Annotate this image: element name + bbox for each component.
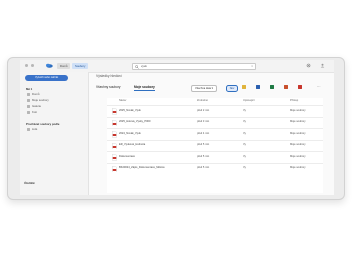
page-title: Výsledky hledání [96, 74, 122, 78]
file-name[interactable]: ER_Výuková_Hodnota [119, 143, 145, 146]
menu-dot-icon[interactable] [25, 64, 28, 67]
file-modified-by: Vy [243, 166, 246, 169]
more-options-button[interactable]: ··· [317, 84, 321, 90]
search-input[interactable]: vyuk × [132, 63, 256, 70]
sidebar: Vytvořit nebo nahrát Mé 1 Domů Moje soub… [20, 72, 89, 195]
file-name[interactable]: BK20024_Zápis_Dokumentace_Měsíce [119, 166, 165, 169]
date-filter-label: Všechna data [195, 86, 211, 90]
sidebar-item-label: Koš [32, 110, 37, 114]
tab-home[interactable]: Domů [57, 62, 71, 69]
file-access: Moje soubory [290, 108, 306, 112]
file-modified: před 5 min [197, 166, 210, 169]
column-header-name[interactable]: Název [119, 99, 126, 102]
sidebar-item-gallery[interactable]: Galerie [27, 104, 41, 109]
table-row[interactable]: 2025_Novák_Výuk před 2 min Vy Moje soubory [107, 105, 323, 117]
tab-files[interactable]: Soubory [72, 62, 89, 69]
file-modified: před 4 min [197, 131, 210, 135]
home-icon [27, 93, 30, 96]
file-modified: před 5 min [197, 143, 210, 146]
file-modified-by: Vy [243, 154, 246, 158]
folder-filter-icon[interactable] [242, 85, 246, 89]
trash-icon [27, 111, 30, 114]
new-button[interactable]: Nov [226, 84, 238, 92]
word-filter-icon[interactable] [256, 85, 260, 89]
clear-search-button[interactable]: × [251, 64, 253, 69]
main-content: Výsledky hledání Všechny soubory Moje so… [89, 72, 334, 195]
file-name[interactable]: 2025_Hotová_Výuky_P000 [119, 120, 150, 123]
file-access: Moje soubory [290, 154, 306, 158]
excel-filter-icon[interactable] [270, 85, 274, 89]
pdf-file-icon [112, 154, 117, 161]
pdf-file-icon [112, 108, 117, 115]
tab-all-files[interactable]: Všechny soubory [96, 84, 120, 90]
table-row[interactable]: 2024_Novák_Výuk před 4 min Vy Moje soubory [107, 128, 323, 140]
file-modified-by: Vy [243, 143, 246, 146]
menu-dot-icon[interactable] [31, 64, 34, 67]
file-modified: před 2 min [197, 108, 210, 112]
folder-icon [27, 99, 30, 102]
pdf-file-icon [112, 119, 117, 126]
people-icon [27, 128, 30, 131]
table-row[interactable]: Dokumentace před 5 min Vy Moje soubory [107, 151, 323, 163]
column-header-modified[interactable]: Změněno [197, 99, 208, 102]
create-upload-button[interactable]: Vytvořit nebo nahrát [25, 75, 68, 81]
file-modified: před 5 min [197, 154, 210, 158]
sidebar-item-people[interactable]: Lidé [27, 127, 37, 132]
app-window: Domů Soubory vyuk × Vytvořit nebo nahrát… [20, 60, 334, 195]
tab-my-files[interactable]: Moje soubory [134, 84, 155, 91]
cloud-logo-icon [46, 63, 53, 68]
pdf-file-icon [112, 131, 117, 138]
pdf-file-icon [112, 142, 117, 149]
file-modified-by: Vy [243, 131, 246, 135]
file-access: Moje soubory [290, 143, 306, 146]
file-access: Moje soubory [290, 120, 306, 123]
storage-label[interactable]: Úložiště [24, 181, 35, 185]
file-access: Moje soubory [290, 166, 306, 169]
file-modified-by: Vy [243, 120, 246, 123]
search-icon [135, 64, 139, 69]
sidebar-item-trash[interactable]: Koš [27, 110, 37, 115]
sidebar-item-home[interactable]: Domů [27, 92, 39, 97]
sidebar-item-label: Lidé [32, 127, 38, 131]
pdf-filter-icon[interactable] [298, 85, 302, 89]
settings-icon[interactable] [306, 63, 311, 68]
file-access: Moje soubory [290, 131, 306, 135]
sidebar-item-my-files[interactable]: Moje soubory [27, 98, 49, 103]
sidebar-section-title: Mé 1 [26, 87, 33, 91]
sidebar-item-label: Moje soubory [32, 98, 49, 102]
column-header-access[interactable]: Přístup [290, 99, 298, 102]
column-header-modified-by[interactable]: Upravující [243, 99, 255, 102]
pdf-file-icon [112, 165, 117, 172]
sidebar-item-label: Galerie [32, 104, 42, 108]
file-name[interactable]: Dokumentace [119, 155, 135, 158]
file-modified-by: Vy [243, 108, 246, 112]
powerpoint-filter-icon[interactable] [284, 85, 288, 89]
file-modified: před 3 min [197, 120, 210, 123]
sidebar-browse-title: Procházet soubory podle [26, 122, 60, 126]
table-row[interactable]: 2025_Hotová_Výuky_P000 před 3 min Vy Moje s… [107, 116, 323, 129]
image-icon [27, 105, 30, 108]
account-icon[interactable] [320, 63, 325, 68]
file-name[interactable]: 2025_Novák_Výuk [119, 109, 141, 112]
search-value: vyuk [141, 64, 147, 68]
date-filter-dropdown[interactable]: Všechna data ▾ [191, 84, 217, 92]
file-name[interactable]: 2024_Novák_Výuk [119, 132, 141, 135]
sidebar-item-label: Domů [32, 92, 40, 96]
file-list: Název Změněno Upravující Přístup 2025_No… [107, 98, 323, 193]
table-row[interactable]: ER_Výuková_Hodnota před 5 min Vy Moje soubo… [107, 139, 323, 152]
table-row[interactable]: BK20024_Zápis_Dokumentace_Měsíce před 5 m… [107, 162, 323, 175]
